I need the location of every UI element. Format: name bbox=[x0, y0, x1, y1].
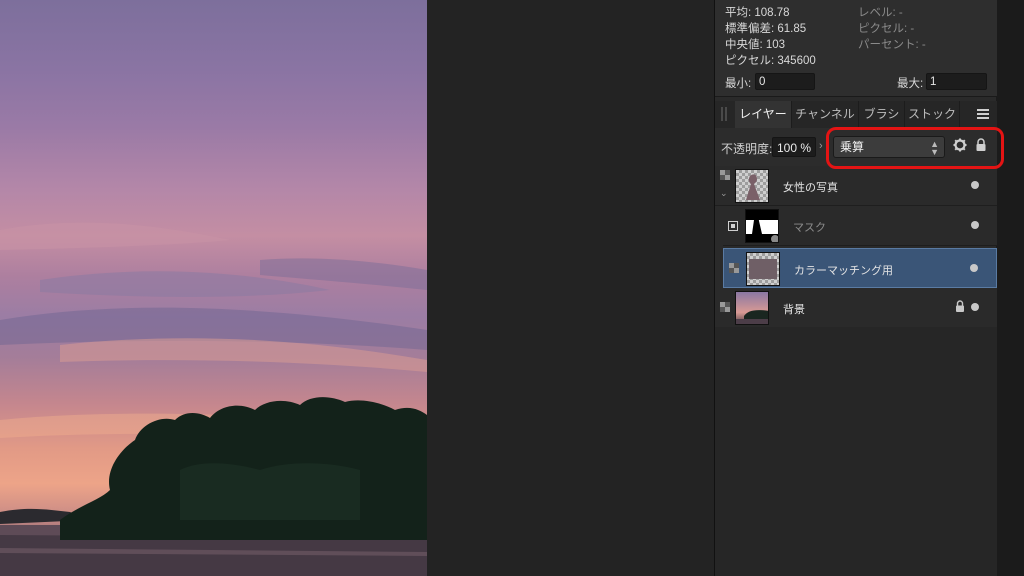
panel-tabs: レイヤー チャンネル ブラシ ストック bbox=[715, 101, 997, 129]
layer-name: カラーマッチング用 bbox=[794, 265, 893, 277]
layer-thumbnail bbox=[746, 252, 780, 286]
max-label: 最大: bbox=[897, 78, 924, 90]
percent-stat: パーセント: - bbox=[858, 39, 926, 51]
mask-thumbnail bbox=[745, 209, 779, 243]
panel-grip-icon[interactable] bbox=[721, 107, 727, 121]
level-stat: レベル: - bbox=[858, 7, 903, 19]
tab-brushes[interactable]: ブラシ bbox=[859, 101, 905, 128]
visibility-dot-icon[interactable] bbox=[971, 181, 979, 189]
visibility-dot-icon[interactable] bbox=[970, 264, 978, 272]
checker-icon bbox=[729, 263, 739, 273]
tab-layers[interactable]: レイヤー bbox=[735, 101, 792, 128]
updown-chevron-icon-down: ▼ bbox=[930, 147, 939, 157]
layer-controls: 不透明度: 100 % › 乗算 ▲ ▼ bbox=[715, 128, 997, 167]
opacity-field[interactable]: 100 % bbox=[772, 137, 816, 157]
layer-row-color-matching[interactable]: カラーマッチング用 bbox=[723, 248, 997, 288]
layer-lock-icon[interactable] bbox=[955, 300, 965, 313]
photo-scene bbox=[0, 222, 427, 576]
opacity-label: 不透明度: bbox=[721, 142, 773, 156]
blend-mode-value: 乗算 bbox=[840, 140, 865, 154]
woman-thumbnail-icon bbox=[746, 174, 760, 200]
checker-icon bbox=[720, 302, 730, 312]
layer-thumbnail bbox=[735, 291, 769, 325]
visibility-dot-icon[interactable] bbox=[971, 303, 979, 311]
layer-row-woman-photo[interactable]: ⌄ 女性の写真 bbox=[715, 166, 997, 206]
layer-row-mask[interactable]: マスク bbox=[723, 206, 997, 246]
mask-thumbnail-icon bbox=[746, 210, 778, 242]
mean-stat: 平均: 108.78 bbox=[725, 7, 790, 19]
opacity-chevron-icon[interactable]: › bbox=[819, 140, 823, 152]
min-field[interactable]: 0 bbox=[755, 73, 815, 90]
lock-icon[interactable] bbox=[975, 138, 987, 152]
pixel-count-stat: ピクセル: 345600 bbox=[725, 55, 816, 67]
pixel-stat: ピクセル: - bbox=[858, 23, 915, 35]
min-label: 最小: bbox=[725, 78, 752, 90]
layer-name: 背景 bbox=[783, 304, 805, 316]
max-field[interactable]: 1 bbox=[926, 73, 987, 90]
median-stat: 中央値: 103 bbox=[725, 39, 786, 51]
layer-name: 女性の写真 bbox=[783, 182, 838, 194]
layer-thumbnail bbox=[735, 169, 769, 203]
tab-stock[interactable]: ストック bbox=[905, 101, 960, 128]
canvas-pasteboard bbox=[427, 0, 714, 576]
mask-icon bbox=[728, 221, 738, 231]
app-window: 平均: 108.78 標準偏差: 61.85 中央値: 103 ピクセル: 34… bbox=[0, 0, 1024, 576]
layer-name: マスク bbox=[793, 222, 826, 234]
layers-empty-area bbox=[715, 327, 997, 576]
layer-row-background[interactable]: 背景 bbox=[715, 288, 997, 328]
window-edge bbox=[996, 0, 1024, 576]
visibility-dot-icon[interactable] bbox=[971, 221, 979, 229]
gear-icon[interactable] bbox=[953, 138, 967, 152]
histogram-panel: 平均: 108.78 標準偏差: 61.85 中央値: 103 ピクセル: 34… bbox=[715, 0, 997, 97]
expand-chevron-icon[interactable]: ⌄ bbox=[720, 188, 728, 199]
std-dev-stat: 標準偏差: 61.85 bbox=[725, 23, 807, 35]
blend-mode-select[interactable]: 乗算 ▲ ▼ bbox=[833, 136, 945, 158]
checker-icon bbox=[720, 170, 730, 180]
document-canvas[interactable] bbox=[0, 0, 427, 576]
tab-channels[interactable]: チャンネル bbox=[792, 101, 859, 128]
panel-menu-icon[interactable] bbox=[977, 109, 989, 119]
sunset-thumbnail-icon bbox=[736, 292, 768, 324]
right-panel: 平均: 108.78 標準偏差: 61.85 中央値: 103 ピクセル: 34… bbox=[714, 0, 997, 576]
